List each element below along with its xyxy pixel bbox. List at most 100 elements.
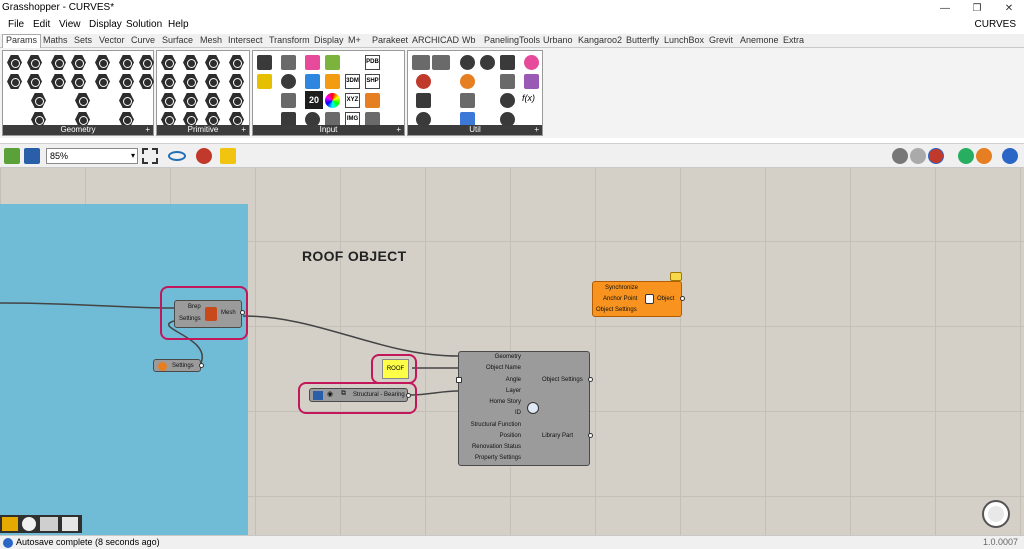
brep-param-icon[interactable]	[71, 74, 86, 89]
bin-icon[interactable]	[220, 148, 236, 164]
gradient-icon[interactable]	[305, 55, 320, 70]
tab-intersect[interactable]: Intersect	[228, 35, 263, 45]
tab-vector[interactable]: Vector	[99, 35, 125, 45]
tab-display[interactable]: Display	[314, 35, 344, 45]
domain2-param-icon[interactable]	[183, 93, 198, 108]
curve-param-icon[interactable]	[51, 55, 66, 70]
preview-eye-icon[interactable]	[168, 151, 186, 161]
tab-params[interactable]: Params	[2, 34, 42, 48]
network-icon[interactable]	[40, 517, 58, 531]
expand-icon[interactable]: +	[241, 125, 246, 135]
tab-anemone[interactable]: Anemone	[740, 35, 779, 45]
integer-param-icon[interactable]	[183, 55, 198, 70]
tab-extra[interactable]: Extra	[783, 35, 804, 45]
globe-icon[interactable]	[1002, 148, 1018, 164]
sketch-pen-icon[interactable]	[196, 148, 212, 164]
surface-param-icon[interactable]	[51, 74, 66, 89]
wireframe-icon[interactable]	[910, 148, 926, 164]
data-dam-icon[interactable]	[500, 74, 515, 89]
number-param-icon[interactable]	[161, 74, 176, 89]
tab-maths[interactable]: Maths	[43, 35, 68, 45]
image-sampler-icon[interactable]	[325, 74, 340, 89]
shp-icon[interactable]: SHP	[365, 74, 380, 89]
shaded-preview-icon[interactable]	[928, 148, 944, 164]
time-param-icon[interactable]	[229, 93, 244, 108]
colour-wheel-icon[interactable]	[325, 93, 340, 108]
note-icon[interactable]	[670, 272, 682, 281]
maximize-button[interactable]: ❐	[962, 0, 992, 17]
tab-butterfly[interactable]: Butterfly	[626, 35, 659, 45]
swatch-icon[interactable]	[325, 55, 340, 70]
close-icon[interactable]	[22, 517, 36, 531]
angle-input-grip[interactable]	[456, 377, 462, 383]
navigation-knob[interactable]	[982, 500, 1010, 528]
number-slider-icon[interactable]: 20	[305, 91, 323, 109]
settings-param[interactable]: Settings	[153, 359, 204, 372]
colour-mode-icon[interactable]	[976, 148, 992, 164]
close-button[interactable]: ✕	[994, 0, 1024, 17]
circle-param-icon[interactable]	[27, 55, 42, 70]
matrix-param-icon[interactable]	[205, 93, 220, 108]
output-grip[interactable]	[199, 363, 204, 368]
tab-urbano[interactable]: Urbano	[543, 35, 573, 45]
guid-param-icon[interactable]	[205, 74, 220, 89]
menu-display[interactable]: Display	[89, 19, 122, 30]
output-grip[interactable]	[588, 377, 593, 382]
tab-panelingtools[interactable]: PanelingTools	[484, 35, 540, 45]
menu-help[interactable]: Help	[168, 19, 189, 30]
box-param-icon[interactable]	[71, 55, 86, 70]
zoom-extents-icon[interactable]	[142, 148, 158, 164]
vector-param-icon[interactable]	[139, 74, 154, 89]
output-grip[interactable]	[680, 296, 685, 301]
tab-surface[interactable]: Surface	[162, 35, 193, 45]
toggle-icon[interactable]	[281, 55, 296, 70]
cherry-icon[interactable]	[416, 74, 431, 89]
menu-view[interactable]: View	[59, 19, 81, 30]
field-param-icon[interactable]	[139, 55, 154, 70]
domain-param-icon[interactable]	[161, 93, 176, 108]
control-knob-icon[interactable]	[281, 74, 296, 89]
digit-scroller-icon[interactable]	[281, 93, 296, 108]
tab-wb[interactable]: Wb	[462, 35, 476, 45]
menu-edit[interactable]: Edit	[33, 19, 50, 30]
arc-param-icon[interactable]	[27, 74, 42, 89]
geometry-param-icon[interactable]	[31, 93, 46, 108]
tab-sets[interactable]: Sets	[74, 35, 92, 45]
tab-kangaroo2[interactable]: Kangaroo2	[578, 35, 622, 45]
tab-grevit[interactable]: Grevit	[709, 35, 733, 45]
minimize-button[interactable]: —	[930, 0, 960, 17]
output-grip[interactable]	[588, 433, 593, 438]
expand-icon[interactable]: +	[145, 125, 150, 135]
3dm-icon[interactable]: 3DM	[345, 74, 360, 89]
tab-mesh[interactable]: Mesh	[200, 35, 222, 45]
zoom-select[interactable]: 85% ▾	[46, 148, 138, 164]
tab-transform[interactable]: Transform	[269, 35, 310, 45]
slider-icon[interactable]	[257, 74, 272, 89]
xyz-icon[interactable]: XYZ	[345, 93, 360, 108]
widget-icon[interactable]	[2, 517, 18, 531]
canvas[interactable]: ROOF OBJECT Brep Settings Mesh Settings …	[0, 168, 1024, 535]
colour-picker-icon[interactable]	[305, 74, 320, 89]
mesh-face-icon[interactable]	[119, 93, 134, 108]
save-icon[interactable]	[24, 148, 40, 164]
object-component[interactable]: Geometry Object Name Angle Layer Home St…	[456, 351, 593, 466]
data-input-icon[interactable]	[365, 93, 380, 108]
fitness-icon[interactable]	[524, 55, 539, 70]
group-param-icon[interactable]	[119, 55, 134, 70]
expand-icon[interactable]: +	[396, 125, 401, 135]
open-file-icon[interactable]	[4, 148, 20, 164]
preview-mode-icon[interactable]	[892, 148, 908, 164]
expression-icon[interactable]: f(x)	[522, 93, 535, 103]
mesh-param-icon[interactable]	[95, 55, 110, 70]
tab-archicad[interactable]: ARCHICAD	[412, 35, 459, 45]
scribble-icon[interactable]	[412, 55, 430, 70]
rectangle-param-icon[interactable]	[119, 74, 134, 89]
expand-icon[interactable]: +	[534, 125, 539, 135]
pin-icon[interactable]	[62, 517, 78, 531]
pencil-icon[interactable]	[460, 93, 475, 108]
arrow-right-icon[interactable]	[500, 55, 515, 70]
culture-param-icon[interactable]	[229, 74, 244, 89]
pdb-icon[interactable]: PDB	[365, 55, 380, 70]
button-icon[interactable]	[257, 55, 272, 70]
search-icon[interactable]	[500, 93, 515, 108]
